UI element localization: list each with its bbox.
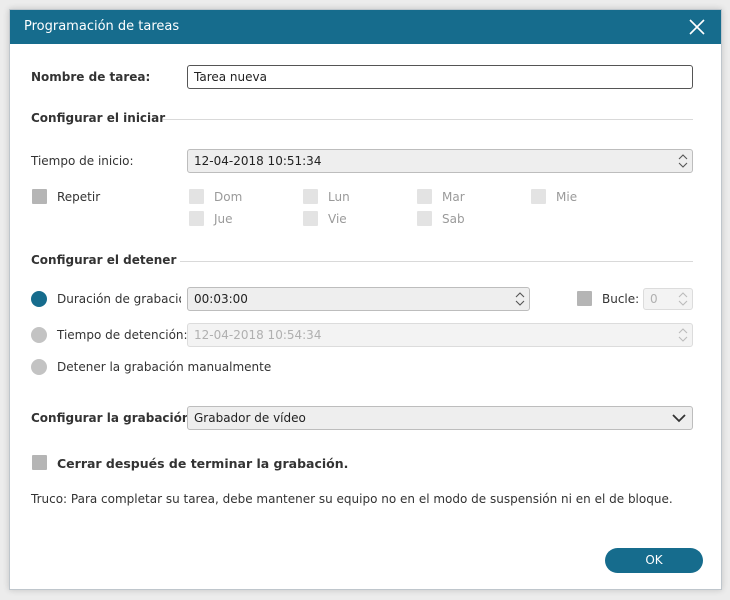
window-title: Programación de tareas [24, 19, 180, 34]
stop-time-input[interactable]: 12-04-2018 10:54:34 [187, 323, 693, 347]
chevron-down-icon [672, 414, 686, 423]
day-label-dom: Dom [214, 190, 243, 204]
recorder-select-value: Grabador de vídeo [194, 411, 306, 425]
day-label-lun: Lun [328, 190, 350, 204]
day-label-mar: Mar [442, 190, 465, 204]
manual-stop-label: Detener la grabación manualmente [57, 360, 272, 374]
task-schedule-dialog: Programación de tareas Nombre de tarea: … [9, 9, 722, 590]
close-after-checkbox[interactable] [32, 455, 47, 470]
start-time-value: 12-04-2018 10:51:34 [194, 154, 322, 168]
duration-label: Duración de grabación: [57, 292, 181, 306]
day-label-mie: Mie [556, 190, 578, 204]
day-checkbox-sab[interactable] [417, 211, 432, 226]
day-checkbox-jue[interactable] [189, 211, 204, 226]
loop-count-input[interactable]: 0 [643, 288, 693, 310]
title-bar: Programación de tareas [10, 10, 721, 44]
stop-section-divider [180, 261, 693, 262]
tip-text: Truco: Para completar su tarea, debe man… [31, 492, 673, 506]
recorder-select[interactable]: Grabador de vídeo [187, 406, 693, 430]
stop-time-value: 12-04-2018 10:54:34 [194, 328, 322, 342]
day-checkbox-lun[interactable] [303, 189, 318, 204]
start-time-input[interactable]: 12-04-2018 10:51:34 [187, 149, 693, 173]
day-label-jue: Jue [214, 212, 233, 226]
ok-button[interactable]: OK [605, 548, 703, 573]
manual-stop-radio[interactable] [31, 359, 47, 375]
task-name-value: Tarea nueva [194, 70, 267, 84]
stop-time-label: Tiempo de detención: [57, 328, 188, 342]
stop-time-radio[interactable] [31, 327, 47, 343]
recording-config-label: Configurar la grabación [31, 411, 191, 425]
day-label-vie: Vie [328, 212, 347, 226]
task-name-label: Nombre de tarea: [31, 70, 151, 84]
close-button[interactable] [687, 17, 707, 37]
start-time-label: Tiempo de inicio: [31, 154, 134, 168]
duration-radio[interactable] [31, 291, 47, 307]
duration-value: 00:03:00 [194, 292, 248, 306]
spin-arrows-icon[interactable] [515, 290, 525, 308]
spin-arrows-icon[interactable] [678, 290, 688, 308]
day-label-sab: Sab [442, 212, 465, 226]
stop-section-title: Configurar el detener [31, 253, 177, 267]
day-checkbox-dom[interactable] [189, 189, 204, 204]
duration-input[interactable]: 00:03:00 [187, 287, 530, 311]
start-section-divider [163, 119, 693, 120]
day-checkbox-mar[interactable] [417, 189, 432, 204]
spin-arrows-icon[interactable] [678, 152, 688, 170]
day-checkbox-mie[interactable] [531, 189, 546, 204]
close-after-label: Cerrar después de terminar la grabación. [57, 456, 349, 471]
close-icon [689, 19, 705, 35]
start-section-title: Configurar el iniciar [31, 111, 166, 125]
loop-checkbox[interactable] [577, 291, 592, 306]
loop-label: Bucle: [602, 292, 640, 306]
day-checkbox-vie[interactable] [303, 211, 318, 226]
repeat-checkbox[interactable] [32, 189, 47, 204]
loop-count-value: 0 [650, 292, 658, 306]
repeat-label: Repetir [57, 190, 101, 204]
spin-arrows-icon[interactable] [678, 326, 688, 344]
task-name-input[interactable]: Tarea nueva [187, 65, 693, 89]
